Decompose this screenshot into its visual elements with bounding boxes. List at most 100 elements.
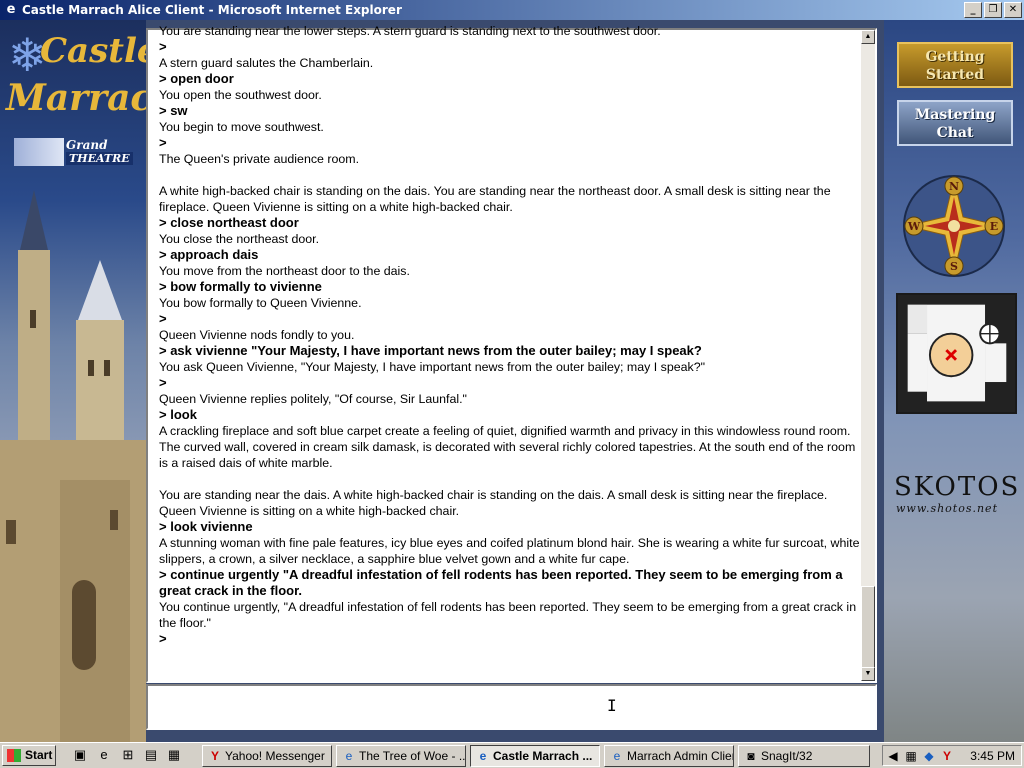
log-command-line: > — [159, 631, 167, 646]
skotos-name: SKOTOS — [894, 472, 1021, 502]
task-castle-marrach[interactable]: e Castle Marrach ... — [470, 745, 600, 767]
log-command-line: > bow formally to vivienne — [159, 279, 322, 294]
svg-text:S: S — [950, 260, 958, 273]
log-text-line: You move from the northeast door to the … — [159, 264, 410, 278]
ie-quicklaunch-icon[interactable]: e — [96, 747, 112, 763]
getting-started-button[interactable]: Getting Started — [897, 42, 1013, 88]
compass-s-button[interactable]: S — [944, 256, 964, 276]
ie-icon: e — [479, 749, 487, 763]
log-text-line: The Queen's private audience room. — [159, 152, 360, 166]
system-tray: ◀ ▦ ◆ Y 3:45 PM — [882, 745, 1022, 766]
task-snagit[interactable]: ◙ SnagIt/32 — [738, 745, 870, 767]
yahoo-icon: Y — [210, 749, 219, 763]
compass-rose[interactable]: N S E W — [901, 173, 1007, 279]
task-marrach-admin-client[interactable]: e Marrach Admin Clien... — [604, 745, 734, 767]
log-command-line: > open door — [159, 71, 234, 86]
mastering-chat-button[interactable]: Mastering Chat — [897, 100, 1013, 146]
log-command-line: > look vivienne — [159, 519, 253, 534]
skotos-url: www.shotos.net — [896, 502, 998, 515]
logo-marrach-text: Marrach — [6, 77, 146, 119]
window-title-bar: e Castle Marrach Alice Client - Microsof… — [0, 0, 1024, 20]
task-label: Marrach Admin Clien... — [627, 749, 733, 763]
log-blank-line — [159, 471, 864, 487]
log-text-line: A stunning woman with fine pale features… — [159, 536, 860, 566]
windows-logo-icon — [7, 749, 21, 762]
logo-castle-text: Castle — [40, 31, 146, 71]
log-command-line: > sw — [159, 103, 188, 118]
log-text-line: A white high-backed chair is standing on… — [159, 184, 831, 214]
volume-icon[interactable]: ◀ — [885, 748, 901, 764]
network-tray-icon[interactable]: ◆ — [921, 748, 937, 764]
camera-icon: ◙ — [747, 749, 755, 763]
network-icon[interactable]: ⊞ — [120, 747, 136, 763]
log-text-line: You close the northeast door. — [159, 232, 320, 246]
log-text-line: You begin to move southwest. — [159, 120, 324, 134]
log-text-line: A stern guard salutes the Chamberlain. — [159, 56, 374, 70]
log-command-line: > — [159, 311, 167, 326]
log-command-line: > — [159, 375, 167, 390]
room-minimap — [896, 293, 1017, 414]
calculator-icon[interactable]: ▦ — [166, 747, 182, 763]
logo-grand-text: Grand — [66, 138, 108, 152]
log-blank-line — [159, 167, 864, 183]
ie-icon: e — [613, 749, 621, 763]
command-input-box[interactable]: I — [146, 684, 877, 730]
compass-n-button[interactable]: N — [944, 176, 964, 196]
log-command-line: > — [159, 135, 167, 150]
compass-e-button[interactable]: E — [984, 216, 1004, 236]
svg-text:E: E — [990, 220, 998, 233]
yahoo-tray-icon[interactable]: Y — [939, 748, 955, 764]
log-text-line: You open the southwest door. — [159, 88, 322, 102]
task-tree-of-woe[interactable]: e The Tree of Woe - ... — [336, 745, 466, 767]
task-label: Yahoo! Messenger — [225, 749, 325, 763]
compass-w-button[interactable]: W — [904, 216, 924, 236]
task-label: Castle Marrach ... — [493, 749, 593, 763]
log-text-line: You are standing near the lower steps. A… — [159, 24, 661, 38]
scroll-down-arrow[interactable]: ▼ — [861, 667, 875, 681]
castle-towers-illustration — [0, 190, 146, 742]
left-art-panel: ❄ Castle Marrach Grand THEATRE — [0, 20, 146, 742]
log-command-line: > — [159, 39, 167, 54]
log-text-line: Queen Vivienne replies politely, "Of cou… — [159, 392, 467, 406]
ie-icon: e — [345, 749, 353, 763]
log-command-line: > look — [159, 407, 197, 422]
window-title: Castle Marrach Alice Client - Microsoft … — [22, 3, 402, 17]
minimize-button[interactable]: _ — [964, 2, 982, 18]
log-text-line: You bow formally to Queen Vivienne. — [159, 296, 362, 310]
svg-text:W: W — [907, 220, 921, 233]
log-command-line: > close northeast door — [159, 215, 299, 230]
text-cursor-icon: I — [607, 696, 617, 715]
log-text-line: Queen Vivienne nods fondly to you. — [159, 328, 355, 342]
system-clock: 3:45 PM — [970, 749, 1015, 763]
log-command-line: > continue urgently "A dreadful infestat… — [159, 567, 843, 598]
log-text-line: You ask Queen Vivienne, "Your Majesty, I… — [159, 360, 706, 374]
task-label: The Tree of Woe - ... — [359, 749, 466, 763]
start-label: Start — [25, 748, 53, 762]
log-command-line: > ask vivienne "Your Majesty, I have imp… — [159, 343, 702, 358]
log-command-line: > approach dais — [159, 247, 259, 262]
logo-plate — [14, 138, 64, 166]
start-button[interactable]: Start — [2, 745, 56, 766]
restore-button[interactable]: ❐ — [984, 2, 1002, 18]
show-desktop-icon[interactable]: ▣ — [72, 747, 88, 763]
command-input[interactable] — [158, 692, 862, 724]
game-log: You are standing near the lower steps. A… — [159, 23, 864, 681]
windows-taskbar: Start ▣ e ⊞ ▤ ▦ Y Yahoo! Messenger e The… — [0, 742, 1024, 768]
ie-icon: e — [6, 2, 16, 17]
close-button[interactable]: ✕ — [1004, 2, 1022, 18]
game-output-pane[interactable]: You are standing near the lower steps. A… — [146, 24, 877, 683]
output-scrollbar[interactable]: ▲ ▼ — [861, 30, 875, 681]
castle-marrach-logo: ❄ Castle Marrach Grand THEATRE — [4, 26, 146, 176]
scroll-thumb[interactable] — [861, 586, 875, 668]
log-text-line: You continue urgently, "A dreadful infes… — [159, 600, 857, 630]
window-controls: _ ❐ ✕ — [964, 2, 1022, 18]
folder-icon[interactable]: ▤ — [143, 747, 159, 763]
scroll-up-arrow[interactable]: ▲ — [861, 30, 875, 44]
right-nav-panel: Getting Started Mastering Chat N S E W S… — [884, 20, 1024, 742]
logo-theatre-text: THEATRE — [66, 152, 133, 165]
skotos-logo[interactable]: SKOTOS www.shotos.net — [894, 452, 1022, 522]
task-yahoo-messenger[interactable]: Y Yahoo! Messenger — [202, 745, 332, 767]
calendar-tray-icon[interactable]: ▦ — [903, 748, 919, 764]
log-text-line: A crackling fireplace and soft blue carp… — [159, 424, 856, 470]
task-label: SnagIt/32 — [761, 749, 813, 763]
